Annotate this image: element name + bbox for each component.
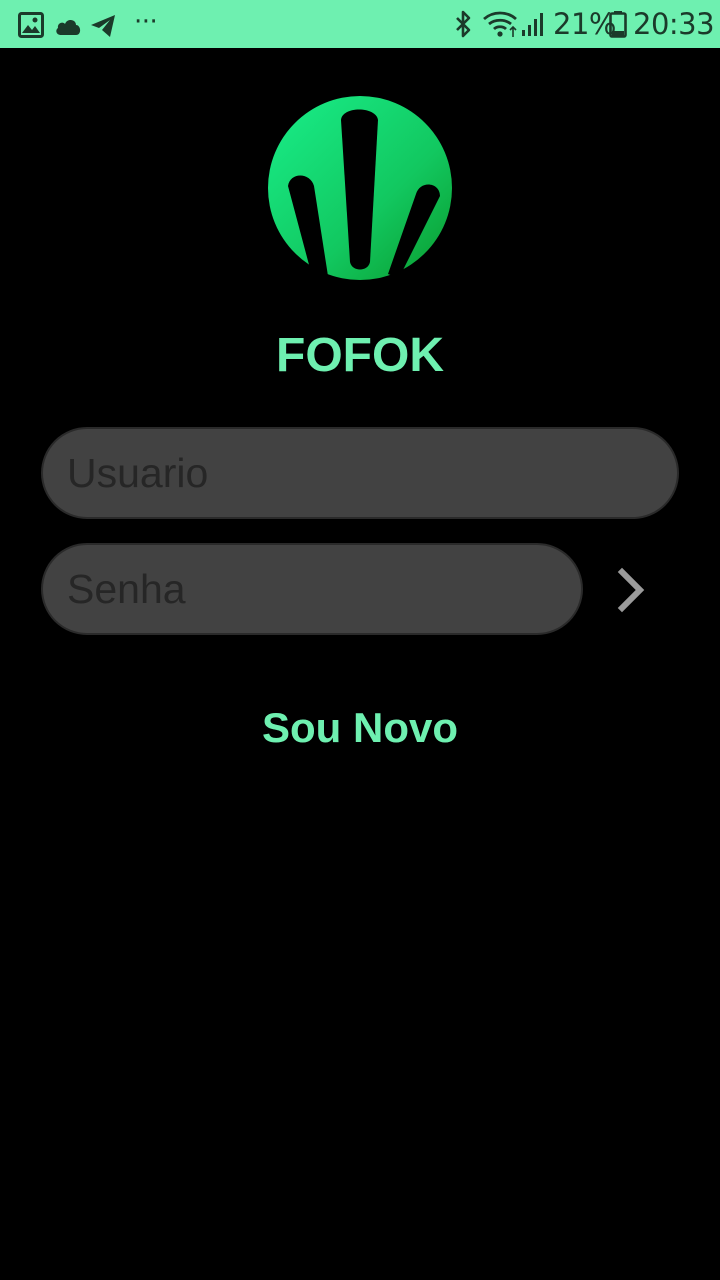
new-user-link[interactable]: Sou Novo (0, 702, 720, 754)
status-bar: ··· 21% 20:33 (0, 0, 720, 48)
battery-percent: 21% (553, 7, 616, 41)
fofok-logo (268, 96, 452, 280)
login-screen: ··· 21% 20:33 FOFOK Usuario Sou Novo (0, 0, 720, 1280)
password-input[interactable] (41, 543, 583, 635)
bluetooth-icon (456, 10, 471, 38)
app-title: FOFOK (276, 329, 444, 382)
wifi-icon (483, 11, 517, 37)
clock: 20:33 (633, 7, 715, 41)
image-icon (18, 12, 44, 38)
battery-icon (609, 11, 627, 38)
chevron-right-icon[interactable] (604, 562, 660, 618)
signal-icon (522, 13, 543, 36)
cloud-icon (56, 19, 81, 35)
telegram-icon (91, 15, 115, 37)
more-notifications: ··· (134, 7, 158, 37)
username-input[interactable] (41, 427, 679, 519)
